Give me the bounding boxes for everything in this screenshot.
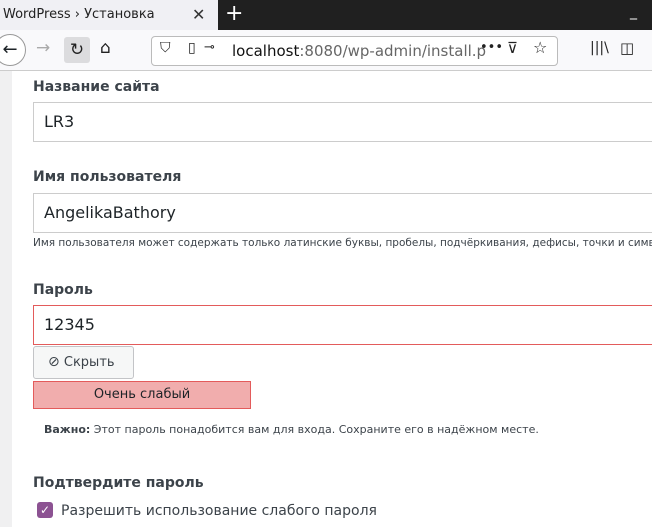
- new-tab-icon[interactable]: +: [225, 1, 243, 26]
- pocket-icon[interactable]: ⊽: [507, 39, 518, 57]
- home-icon[interactable]: ⌂: [100, 38, 111, 58]
- username-label: Имя пользователя: [33, 169, 182, 185]
- password-important-note: Важно: Этот пароль понадобится вам для в…: [44, 423, 539, 436]
- hide-button-label: Скрыть: [63, 355, 115, 370]
- reload-icon[interactable]: ↻: [64, 37, 90, 63]
- username-input[interactable]: AngelikaBathory: [33, 193, 652, 233]
- password-input[interactable]: 12345: [33, 305, 652, 345]
- tab-title: WordPress › Установка: [3, 7, 155, 22]
- more-icon[interactable]: •••: [480, 40, 503, 55]
- confirm-password-label: Подтвердите пароль: [33, 475, 204, 491]
- site-title-label: Название сайта: [33, 79, 160, 95]
- tab-active[interactable]: WordPress › Установка: [0, 0, 218, 30]
- username-hint: Имя пользователя может содержать только …: [33, 237, 652, 249]
- library-icon[interactable]: |||\: [590, 40, 609, 56]
- shield-icon[interactable]: ⛉: [160, 40, 171, 56]
- weak-password-checkbox[interactable]: ✓: [37, 502, 53, 518]
- eye-slash-icon: ⊘: [48, 354, 60, 370]
- weak-password-checkbox-label[interactable]: Разрешить использование слабого пароля: [61, 503, 377, 519]
- password-label: Пароль: [33, 282, 93, 298]
- close-tab-icon[interactable]: ✕: [192, 5, 205, 24]
- url-path: :8080/wp-admin/install.p: [299, 42, 487, 60]
- star-icon[interactable]: ☆: [533, 38, 547, 57]
- page-margin: [0, 71, 12, 527]
- password-strength-meter: Очень слабый: [33, 381, 251, 409]
- hide-password-button[interactable]: ⊘ Скрыть: [33, 346, 134, 379]
- url-host: localhost: [232, 42, 300, 60]
- key-icon[interactable]: ⊸: [204, 40, 215, 55]
- minimize-icon[interactable]: _: [630, 4, 637, 20]
- sidebar-icon[interactable]: ◫: [620, 39, 634, 57]
- forward-icon[interactable]: →: [36, 38, 50, 58]
- site-title-input[interactable]: LR3: [33, 102, 652, 142]
- important-bold: Важно:: [44, 423, 91, 436]
- important-text: Этот пароль понадобится вам для входа. С…: [90, 423, 539, 436]
- page-icon[interactable]: ▯: [188, 40, 196, 56]
